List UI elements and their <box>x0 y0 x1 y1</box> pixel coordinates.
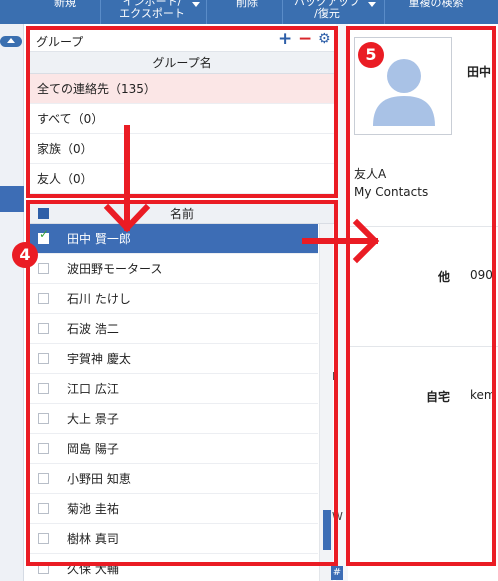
check-icon: ✓ <box>39 227 50 241</box>
contact-name: 菊池 圭祐 <box>67 502 119 516</box>
contact-name: 久保 大輔 <box>67 562 119 576</box>
contact-name: 岡島 陽子 <box>67 442 119 456</box>
contact-source: My Contacts <box>354 185 429 199</box>
contact-list-scrollbar[interactable] <box>319 224 333 581</box>
divider <box>350 346 498 347</box>
group-item[interactable]: 家族（0） <box>30 134 334 164</box>
contact-checkbox[interactable] <box>38 443 49 454</box>
contact-name: 小野田 知恵 <box>67 472 131 486</box>
contact-group: 友人A <box>354 167 387 181</box>
contact-row[interactable]: 大上 景子 <box>30 404 318 434</box>
contact-checkbox[interactable] <box>38 323 49 334</box>
contact-checkbox[interactable] <box>38 263 49 274</box>
contact-detail-panel: 田中 友人A My Contacts 他 090 自宅 kem <box>350 30 498 562</box>
left-strip <box>0 24 24 581</box>
splitter-letter: W <box>332 510 343 523</box>
contact-row[interactable]: 菊池 圭祐 <box>30 494 318 524</box>
splitter-letter: I <box>332 370 336 383</box>
email-value[interactable]: kem <box>470 388 496 402</box>
contact-row[interactable]: 宇賀神 慶太 <box>30 344 318 374</box>
contact-name: 樹林 真司 <box>67 532 119 546</box>
contact-row[interactable]: 小野田 知恵 <box>30 464 318 494</box>
remove-group-icon[interactable]: − <box>298 30 312 49</box>
backup-label-2: /復元 <box>314 7 340 20</box>
contact-checkbox[interactable] <box>38 413 49 424</box>
contact-row[interactable]: ✓ 田中 賢一郎 <box>30 224 318 254</box>
contact-list: 名前 ✓ 田中 賢一郎波田野モータース 石川 たけし 石波 浩二宇賀神 慶太 江口 広江… <box>30 204 334 581</box>
phone-value[interactable]: 090 <box>470 268 493 282</box>
contact-name: 石波 浩二 <box>67 322 119 336</box>
new-button[interactable]: 新規 <box>40 0 90 24</box>
scrollbar-thumb[interactable] <box>323 510 331 550</box>
phone-label: 他 <box>438 270 451 284</box>
import-export-button[interactable]: インポート/ エクスポート <box>112 0 192 24</box>
contact-checkbox[interactable] <box>38 383 49 394</box>
import-export-label-2: エクスポート <box>119 7 185 20</box>
annotation-badge-4: 4 <box>12 242 38 268</box>
toolbar: 新規 インポート/ エクスポート 削除 バックアップ /復元 重複の検索 <box>0 0 498 24</box>
email-label: 自宅 <box>426 390 451 404</box>
panel-splitter[interactable] <box>336 24 348 581</box>
index-hash-button[interactable]: # <box>331 566 343 580</box>
toolbar-separator <box>100 0 101 24</box>
chevron-down-icon[interactable] <box>368 2 376 7</box>
toolbar-separator <box>282 0 283 24</box>
contact-row[interactable]: 岡島 陽子 <box>30 434 318 464</box>
group-panel: グループ + − ⚙ グループ名 全ての連絡先（135） すべて（0） 家族（0）友… <box>30 30 334 194</box>
contact-name: 田中 <box>467 65 492 79</box>
gear-icon[interactable]: ⚙ <box>318 31 331 47</box>
group-panel-header: グループ + − ⚙ <box>30 30 334 52</box>
name-column-label[interactable]: 名前 <box>30 204 334 224</box>
find-duplicates-button[interactable]: 重複の検索 <box>396 0 476 24</box>
contact-row[interactable]: 江口 広江 <box>30 374 318 404</box>
add-group-icon[interactable]: + <box>278 30 292 49</box>
toolbar-separator <box>384 0 385 24</box>
contact-name: 石川 たけし <box>67 292 131 306</box>
contact-name: 大上 景子 <box>67 412 119 426</box>
left-strip-selection <box>0 186 24 212</box>
contact-checkbox[interactable] <box>38 353 49 364</box>
group-item[interactable]: 友人（0） <box>30 164 334 194</box>
contact-name: 田中 賢一郎 <box>67 232 131 246</box>
contact-checkbox[interactable] <box>38 533 49 544</box>
contact-checkbox[interactable] <box>38 503 49 514</box>
backup-restore-button[interactable]: バックアップ /復元 <box>288 0 366 24</box>
delete-button[interactable]: 削除 <box>222 0 272 24</box>
contact-name: 波田野モータース <box>67 262 163 276</box>
chevron-down-icon[interactable] <box>192 2 200 7</box>
contact-row[interactable]: 久保 大輔 <box>30 554 318 581</box>
contact-name: 江口 広江 <box>67 382 119 396</box>
toolbar-separator <box>206 0 207 24</box>
annotation-badge-5: 5 <box>358 42 384 68</box>
contact-row[interactable]: 石川 たけし <box>30 284 318 314</box>
select-all-checkbox[interactable] <box>38 208 49 219</box>
collapse-up-icon[interactable] <box>0 36 22 47</box>
group-item[interactable]: 全ての連絡先（135） <box>30 74 334 104</box>
contact-name: 宇賀神 慶太 <box>67 352 131 366</box>
group-panel-title: グループ <box>36 35 84 49</box>
contact-row[interactable]: 樹林 真司 <box>30 524 318 554</box>
contact-checkbox[interactable] <box>38 293 49 304</box>
contact-checkbox[interactable] <box>38 563 49 574</box>
name-column-header: 名前 <box>30 204 334 224</box>
contact-row[interactable]: 石波 浩二 <box>30 314 318 344</box>
contact-row[interactable]: 波田野モータース <box>30 254 318 284</box>
group-name-column-header[interactable]: グループ名 <box>30 52 334 74</box>
divider <box>350 226 498 227</box>
group-item[interactable]: すべて（0） <box>30 104 334 134</box>
contact-checkbox[interactable] <box>38 473 49 484</box>
